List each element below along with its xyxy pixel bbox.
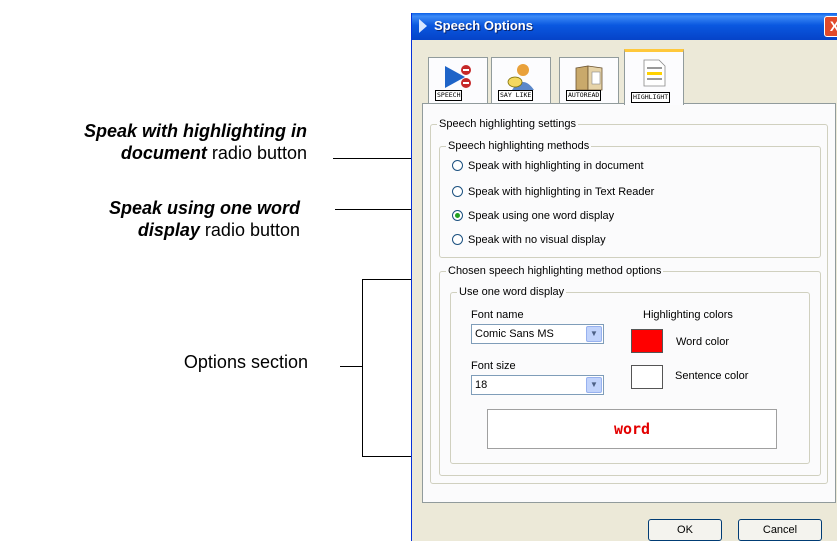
sentence-color-label: Sentence color [675,370,749,382]
callout-one-word-bold-line1: Speak using one word [108,198,300,218]
callout-one-word-rest: radio button [199,220,300,240]
cancel-button[interactable]: Cancel [738,519,822,541]
font-name-value: Comic Sans MS [475,328,554,340]
tab-speech-label: SPEECH [435,90,463,101]
callout-highlight-document: Speak with highlighting in document radi… [0,120,307,164]
radio-no-visual-display[interactable]: Speak with no visual display [452,233,606,247]
radio-label: Speak using one word display [468,210,615,222]
highlight-document-icon [643,59,666,87]
callout-one-word-bold-line2: display [137,220,200,240]
tab-say-like-label: SAY LIKE [498,90,534,101]
radio-highlight-in-text-reader[interactable]: Speak with highlighting in Text Reader [452,185,654,199]
chevron-down-icon[interactable]: ▼ [586,326,602,342]
radio-circle[interactable] [452,234,463,245]
sentence-color-swatch[interactable] [631,365,663,389]
radio-circle[interactable] [452,186,463,197]
speech-highlighting-methods-group: Speech highlighting methods Speak with h… [439,139,821,258]
options-bracket-vertical [362,279,363,457]
say-like-person-icon [507,64,534,90]
radio-one-word-display[interactable]: Speak using one word display [452,209,614,223]
font-size-label: Font size [471,360,516,372]
callout-highlight-document-bold-line2: document [120,143,207,163]
font-name-label: Font name [471,309,524,321]
speech-options-dialog: Speech Options X SPEECH SAY LIKE AUTOREA… [411,13,837,541]
app-icon [419,19,427,33]
radio-circle[interactable] [452,160,463,171]
font-size-value: 18 [475,379,488,391]
options-bracket-stem [340,366,362,367]
tab-highlight[interactable]: HIGHLIGHT [624,49,684,105]
tab-say-like[interactable]: SAY LIKE [491,57,551,103]
callout-one-word-display: Speak using one word display radio butto… [0,197,300,241]
use-one-word-display-legend: Use one word display [457,285,567,299]
autoread-book-icon [575,65,603,91]
speech-highlighting-settings-legend: Speech highlighting settings [437,117,578,131]
chevron-down-icon[interactable]: ▼ [586,377,602,393]
chosen-method-options-legend: Chosen speech highlighting method option… [446,264,664,278]
radio-circle-selected[interactable] [452,210,463,221]
title-bar[interactable]: Speech Options X [412,13,837,40]
preview-word: word [613,420,651,438]
radio-highlight-in-document[interactable]: Speak with highlighting in document [452,159,644,173]
ok-button[interactable]: OK [648,519,722,541]
tab-autoread[interactable]: AUTOREAD [559,57,619,103]
speech-highlighting-methods-legend: Speech highlighting methods [446,139,592,153]
tab-highlight-label: HIGHLIGHT [631,92,671,103]
callout-highlight-document-rest: radio button [206,143,307,163]
dialog-title: Speech Options [434,18,533,33]
radio-label: Speak with highlighting in document [468,160,644,172]
radio-label: Speak with highlighting in Text Reader [468,186,655,198]
radio-label: Speak with no visual display [468,234,606,246]
font-size-select[interactable]: 18 ▼ [471,375,604,395]
close-button[interactable]: X [824,16,837,37]
word-preview-box: word [487,409,777,449]
tab-autoread-label: AUTOREAD [566,90,602,101]
word-color-swatch[interactable] [631,329,663,353]
word-color-label: Word color [676,336,729,348]
speech-play-icon [445,65,471,88]
font-name-select[interactable]: Comic Sans MS ▼ [471,324,604,344]
callout-options-section: Options section [183,352,308,372]
tab-speech[interactable]: SPEECH [428,57,488,103]
callout-highlight-document-bold-line1: Speak with highlighting in [84,121,307,141]
highlighting-colors-label: Highlighting colors [643,309,733,321]
